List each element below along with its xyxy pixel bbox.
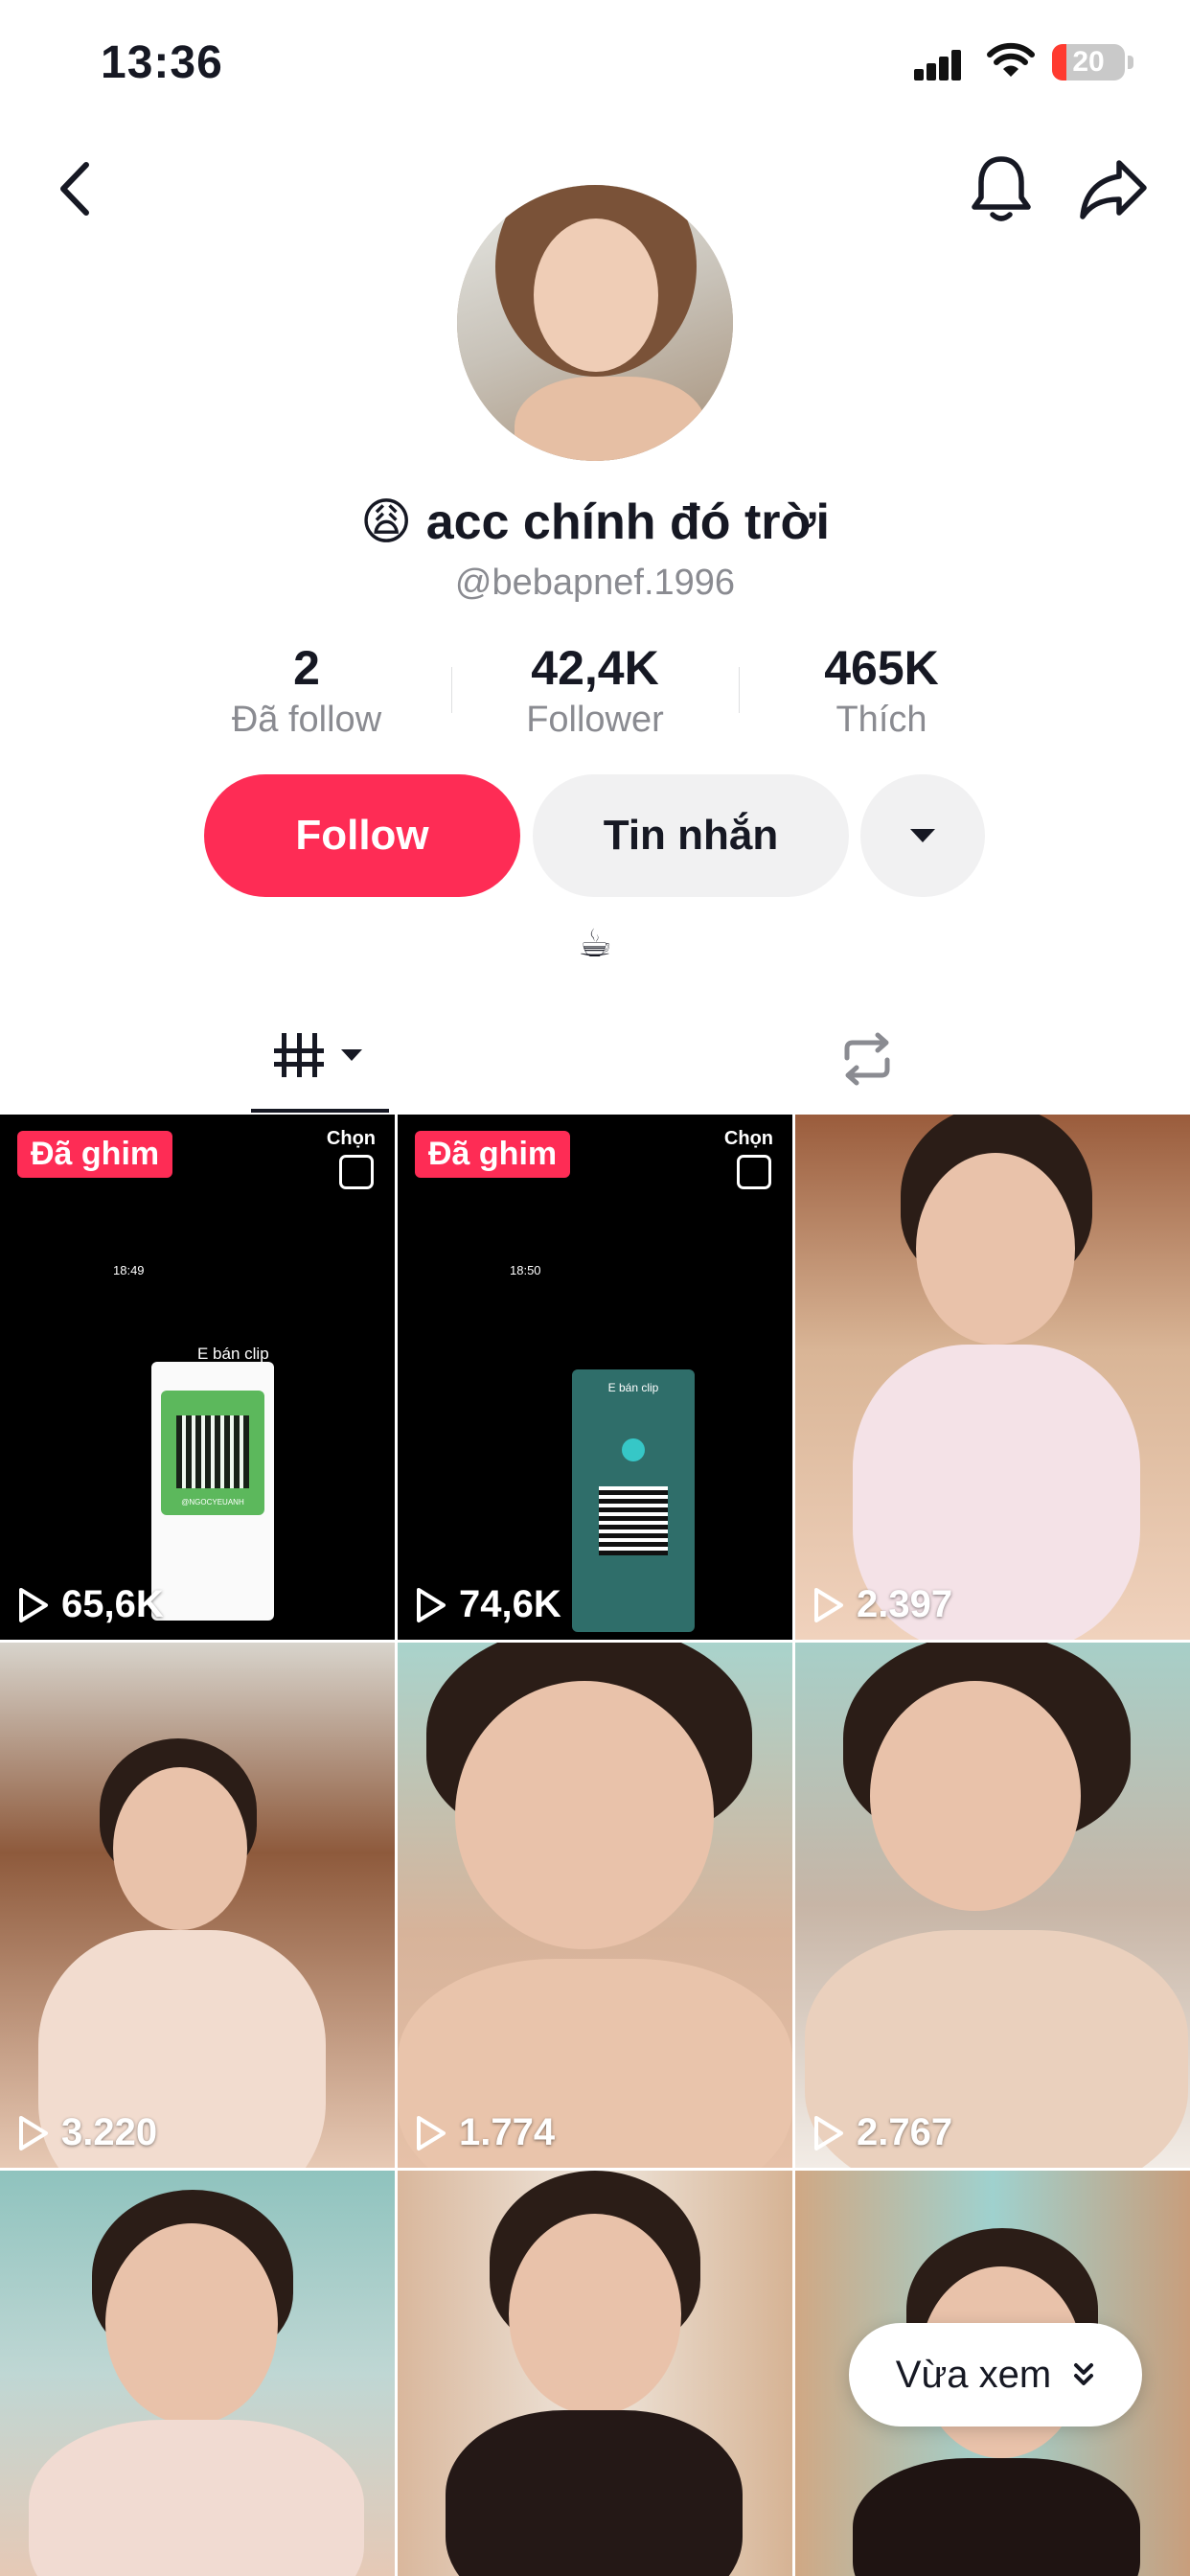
play-icon bbox=[19, 1587, 48, 1622]
pinned-badge: Đã ghim bbox=[415, 1131, 571, 1178]
battery-indicator: 20 bbox=[1052, 44, 1125, 80]
status-time: 13:36 bbox=[101, 37, 223, 88]
back-icon[interactable] bbox=[50, 155, 103, 222]
recently-watched-label: Vừa xem bbox=[895, 2353, 1052, 2396]
follow-button[interactable]: Follow bbox=[204, 774, 520, 897]
stat-likes-label: Thích bbox=[835, 700, 927, 740]
view-count: 74,6K bbox=[415, 1583, 561, 1626]
stat-divider bbox=[451, 667, 452, 713]
caret-down-icon bbox=[341, 1049, 362, 1061]
select-label: Chọn bbox=[723, 1128, 773, 1149]
battery-cap bbox=[1128, 56, 1133, 69]
screen-title-text: E bán clip bbox=[197, 1345, 269, 1363]
caret-down-icon bbox=[910, 829, 935, 842]
bio: ☕ bbox=[578, 923, 612, 965]
play-icon bbox=[417, 1587, 446, 1622]
phone-screenshot: E bán clip bbox=[572, 1369, 695, 1632]
pinned-badge: Đã ghim bbox=[17, 1131, 173, 1178]
cellular-signal-icon bbox=[914, 50, 962, 80]
wifi-icon bbox=[987, 42, 1035, 85]
view-count: 1.774 bbox=[415, 2111, 555, 2154]
double-chevron-down-icon bbox=[1074, 2363, 1094, 2385]
play-icon bbox=[417, 2115, 446, 2150]
battery-percent: 20 bbox=[1072, 46, 1105, 78]
screen-time-text: 18:50 bbox=[510, 1263, 541, 1277]
screen-title-text: E bán clip bbox=[607, 1381, 659, 1394]
suggested-accounts-button[interactable] bbox=[860, 774, 985, 897]
select-label: Chọn bbox=[326, 1128, 376, 1149]
view-count: 2.767 bbox=[812, 2111, 952, 2154]
play-icon bbox=[814, 1587, 843, 1622]
tab-active-indicator bbox=[251, 1109, 389, 1113]
video-thumbnail[interactable]: 2.397 bbox=[795, 1115, 1190, 1640]
repost-icon bbox=[844, 1032, 890, 1086]
stat-followers[interactable]: 42,4K Follower bbox=[480, 640, 710, 741]
stat-followers-value: 42,4K bbox=[531, 641, 659, 695]
stat-followers-label: Follower bbox=[526, 700, 664, 740]
avatar bbox=[457, 185, 733, 461]
video-thumbnail[interactable]: 1.774 bbox=[398, 1643, 792, 2168]
video-thumbnail[interactable] bbox=[0, 2171, 395, 2576]
username: @bebapnef.1996 bbox=[454, 563, 736, 603]
message-button[interactable]: Tin nhắn bbox=[533, 774, 849, 897]
view-count: 3.220 bbox=[17, 2111, 157, 2154]
view-count: 65,6K bbox=[17, 1583, 164, 1626]
screen-time-text: 18:49 bbox=[113, 1263, 145, 1277]
phone-screenshot: @NGOCYEUANH bbox=[151, 1362, 274, 1621]
video-thumbnail[interactable]: Đã ghim Chọn 18:49 E bán clip @NGOCYEUAN… bbox=[0, 1115, 395, 1640]
video-thumbnail[interactable]: Đã ghim Chọn 18:50 E bán clip 74,6K bbox=[398, 1115, 792, 1640]
play-icon bbox=[814, 2115, 843, 2150]
bell-icon[interactable] bbox=[968, 153, 1035, 224]
stat-following-value: 2 bbox=[293, 641, 320, 695]
video-thumbnail[interactable] bbox=[398, 2171, 792, 2576]
display-name: 😩 acc chính đó trời bbox=[360, 494, 830, 550]
share-icon[interactable] bbox=[1077, 155, 1150, 222]
recently-watched-button[interactable]: Vừa xem bbox=[849, 2323, 1142, 2426]
video-thumbnail[interactable]: 2.767 bbox=[795, 1643, 1190, 2168]
grid-icon bbox=[274, 1033, 324, 1077]
stat-likes-value: 465K bbox=[824, 641, 939, 695]
stat-following[interactable]: 2 Đã follow bbox=[192, 640, 422, 741]
play-icon bbox=[19, 2115, 48, 2150]
select-checkbox-icon bbox=[737, 1155, 771, 1189]
stat-divider bbox=[739, 667, 740, 713]
select-checkbox-icon bbox=[339, 1155, 374, 1189]
tab-reposts[interactable] bbox=[834, 1025, 901, 1092]
view-count: 2.397 bbox=[812, 1583, 952, 1626]
screen-user-text: @NGOCYEUANH bbox=[181, 1498, 244, 1506]
tab-videos[interactable] bbox=[251, 1025, 389, 1092]
stat-following-label: Đã follow bbox=[231, 700, 382, 740]
stat-likes[interactable]: 465K Thích bbox=[767, 640, 996, 741]
video-thumbnail[interactable]: 3.220 bbox=[0, 1643, 395, 2168]
